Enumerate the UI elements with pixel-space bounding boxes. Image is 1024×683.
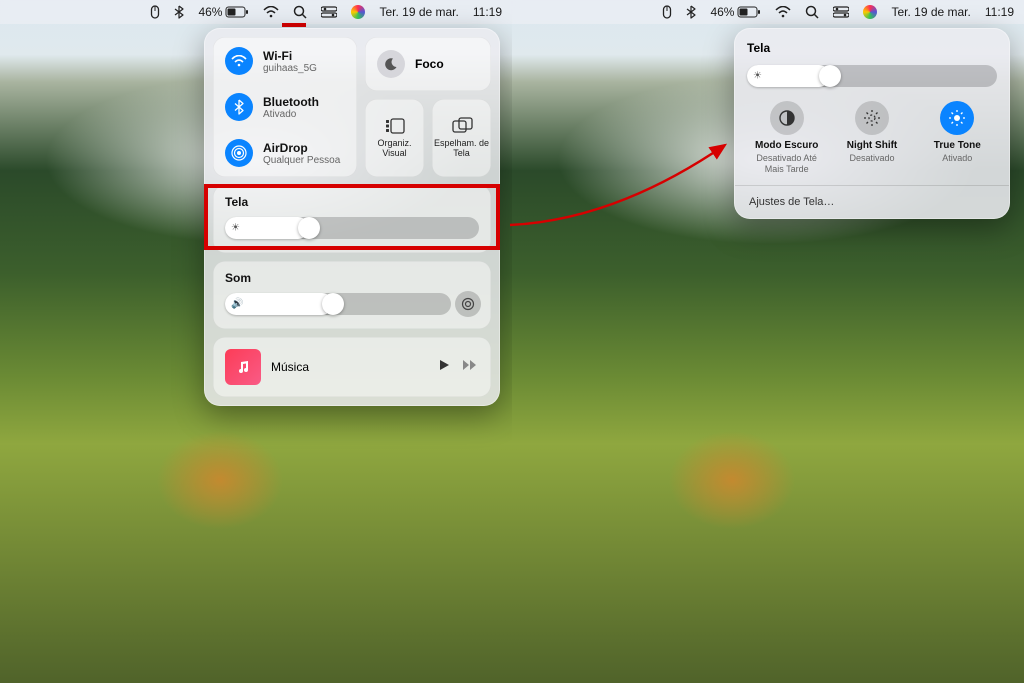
night-shift-button[interactable]: Night Shift Desativado (832, 101, 911, 175)
night-shift-label: Night Shift (847, 140, 898, 152)
search-icon[interactable] (805, 5, 819, 19)
right-pane: 46% Ter. 19 de mar. 11:19 Tela ☀ (512, 0, 1024, 683)
volume-icon: 🔊 (231, 299, 243, 310)
bluetooth-sub: Ativado (263, 109, 319, 120)
focus-label: Foco (415, 57, 444, 71)
airdrop-title: AirDrop (263, 141, 340, 155)
siri-icon[interactable] (351, 5, 365, 19)
true-tone-icon (940, 101, 974, 135)
night-shift-status: Desativado (849, 153, 894, 164)
dark-mode-status: Desativado Até Mais Tarde (747, 153, 826, 175)
screen-mirroring-label: Espelham. de Tela (432, 139, 491, 159)
airplay-audio-icon[interactable] (455, 291, 481, 317)
bluetooth-icon (225, 93, 253, 121)
network-card: Wi-Fi guihaas_5G Bluetooth Ativado (213, 37, 357, 177)
left-pane: 46% Ter. 19 de mar. 11:19 (0, 0, 512, 683)
battery-indicator[interactable]: 46% (710, 5, 761, 19)
control-center-panel: Wi-Fi guihaas_5G Bluetooth Ativado (204, 28, 500, 406)
sound-section: Som 🔊 (213, 261, 491, 329)
airdrop-sub: Qualquer Pessoa (263, 155, 340, 166)
stage-manager-button[interactable]: Organiz. Visual (365, 99, 424, 177)
display-panel: Tela ☀ Modo Escuro Desativado Até Mais T… (734, 28, 1010, 219)
battery-indicator[interactable]: 46% (198, 5, 249, 19)
display-section[interactable]: Tela ☀ (213, 185, 491, 253)
battery-percent: 46% (198, 5, 222, 19)
play-icon[interactable] (437, 358, 451, 377)
brightness-slider[interactable]: ☀ (225, 217, 479, 239)
bluetooth-item[interactable]: Bluetooth Ativado (225, 93, 345, 121)
true-tone-label: True Tone (934, 140, 981, 152)
display-settings-link[interactable]: Ajustes de Tela… (735, 185, 1009, 218)
brightness-slider[interactable]: ☀ (747, 65, 997, 87)
siri-icon[interactable] (863, 5, 877, 19)
screen-mirroring-icon (451, 117, 473, 135)
music-app-icon (225, 349, 261, 385)
music-card[interactable]: Música (213, 337, 491, 397)
stage-manager-label: Organiz. Visual (365, 139, 424, 159)
dark-mode-button[interactable]: Modo Escuro Desativado Até Mais Tarde (747, 101, 826, 175)
menubar: 46% Ter. 19 de mar. 11:19 (512, 0, 1024, 24)
airdrop-item[interactable]: AirDrop Qualquer Pessoa (225, 139, 345, 167)
control-center-icon[interactable] (833, 6, 849, 18)
menubar-date[interactable]: Ter. 19 de mar. (379, 5, 458, 19)
stage-manager-icon (384, 117, 406, 135)
bluetooth-icon[interactable] (686, 5, 696, 19)
control-center-icon[interactable] (321, 6, 337, 18)
dark-mode-icon (770, 101, 804, 135)
wifi-item[interactable]: Wi-Fi guihaas_5G (225, 47, 345, 75)
sound-title: Som (225, 271, 479, 285)
focus-card[interactable]: Foco (365, 37, 491, 91)
search-icon[interactable] (293, 5, 307, 19)
annotation-underline (282, 23, 306, 27)
bluetooth-icon[interactable] (174, 5, 184, 19)
wifi-icon[interactable] (775, 6, 791, 18)
music-title: Música (271, 360, 427, 374)
mouse-icon (662, 5, 672, 19)
true-tone-button[interactable]: True Tone Ativado (918, 101, 997, 175)
true-tone-status: Ativado (942, 153, 972, 164)
display-panel-title: Tela (747, 41, 997, 55)
airdrop-icon (225, 139, 253, 167)
brightness-icon: ☀ (231, 223, 240, 234)
wifi-sub: guihaas_5G (263, 63, 317, 74)
screen-mirroring-button[interactable]: Espelham. de Tela (432, 99, 491, 177)
menubar: 46% Ter. 19 de mar. 11:19 (0, 0, 512, 24)
menubar-date[interactable]: Ter. 19 de mar. (891, 5, 970, 19)
moon-icon (377, 50, 405, 78)
volume-slider[interactable]: 🔊 (225, 293, 451, 315)
dark-mode-label: Modo Escuro (755, 140, 818, 152)
wifi-icon[interactable] (263, 6, 279, 18)
menubar-time[interactable]: 11:19 (473, 5, 502, 19)
menubar-time[interactable]: 11:19 (985, 5, 1014, 19)
bluetooth-title: Bluetooth (263, 95, 319, 109)
display-title: Tela (225, 195, 479, 209)
wifi-title: Wi-Fi (263, 49, 317, 63)
battery-percent: 46% (710, 5, 734, 19)
wifi-icon (225, 47, 253, 75)
brightness-icon: ☀ (753, 71, 762, 82)
forward-icon[interactable] (461, 358, 479, 377)
mouse-icon (150, 5, 160, 19)
night-shift-icon (855, 101, 889, 135)
